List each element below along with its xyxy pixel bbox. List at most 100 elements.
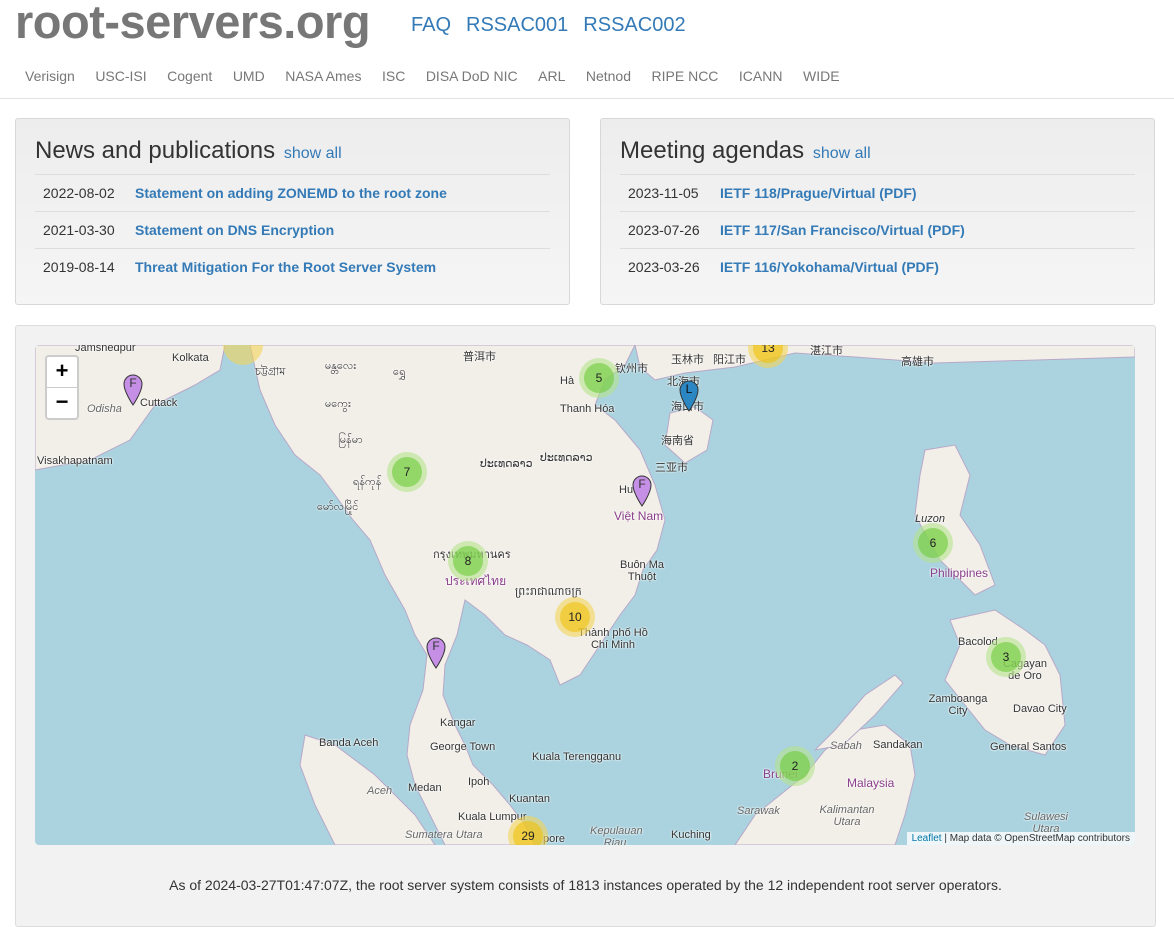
map-place-label: 普洱市 — [463, 351, 496, 363]
operators-nav: Verisign USC-ISI Cogent UMD NASA Ames IS… — [25, 68, 860, 84]
map-place-label: 阳江市 — [713, 354, 746, 366]
map-place-label: Kepulauan Riau — [590, 825, 643, 845]
map-place-label: Davao City — [1013, 703, 1067, 715]
map-place-label: Kuala Terengganu — [532, 751, 622, 763]
operator-link-ripe[interactable]: RIPE NCC — [652, 68, 719, 84]
map-cluster[interactable]: 5 — [579, 358, 619, 398]
map-place-label: Sabah — [830, 740, 862, 752]
marker-label: L — [685, 382, 693, 396]
map-place-label: Sarawak — [737, 805, 780, 817]
map-place-label: 高雄市 — [901, 356, 934, 368]
map-place-label: Kuantan — [509, 793, 550, 805]
operator-link-netnod[interactable]: Netnod — [586, 68, 631, 84]
news-panel: News and publications show all 2022-08-0… — [15, 118, 570, 305]
map-place-label: Cuttack — [140, 397, 178, 409]
meetings-list: 2023-11-05 IETF 118/Prague/Virtual (PDF) … — [620, 174, 1135, 285]
map-place-label: 玉林市 — [671, 354, 704, 366]
map-attribution: Leaflet | Map data © OpenStreetMap contr… — [906, 832, 1135, 845]
operator-link-umd[interactable]: UMD — [233, 68, 265, 84]
operator-link-disa[interactable]: DISA DoD NIC — [426, 68, 518, 84]
map-place-label: Kangar — [440, 717, 476, 729]
map-marker-l[interactable]: L — [679, 380, 699, 412]
operator-link-nasa-ames[interactable]: NASA Ames — [285, 68, 361, 84]
rssac001-link[interactable]: RSSAC001 — [466, 14, 568, 37]
map-place-label: ရန်ကုန် — [353, 476, 382, 488]
map-place-label: Ipoh — [468, 776, 490, 788]
news-link[interactable]: Statement on adding ZONEMD to the root z… — [135, 185, 447, 201]
map-place-label: 湛江市 — [810, 345, 843, 357]
operator-link-icann[interactable]: ICANN — [739, 68, 783, 84]
map-place-label: 钦州市 — [615, 363, 648, 375]
map-place-label: Jamshedpur — [75, 345, 136, 354]
zoom-out-button[interactable]: − — [47, 387, 77, 418]
map-country-label: Philippines — [930, 566, 989, 580]
rssac002-link[interactable]: RSSAC002 — [583, 14, 685, 37]
map-place-label: ရွှေ — [393, 366, 406, 378]
leaflet-link[interactable]: Leaflet — [912, 833, 942, 844]
map-place-label: Medan — [408, 782, 442, 794]
map-cluster[interactable]: 8 — [448, 541, 488, 581]
map-marker-f[interactable]: F — [426, 637, 446, 669]
map-cluster[interactable]: 2 — [775, 746, 815, 786]
map-cluster[interactable]: 7 — [387, 452, 427, 492]
faq-link[interactable]: FAQ — [411, 14, 451, 37]
news-date: 2019-08-14 — [43, 259, 115, 275]
map-place-label: Visakhapatnam — [37, 455, 113, 467]
operator-link-isc[interactable]: ISC — [382, 68, 405, 84]
attribution-text: | Map data © OpenStreetMap contributors — [941, 833, 1130, 844]
news-list: 2022-08-02 Statement on adding ZONEMD to … — [35, 174, 550, 285]
news-title: News and publications — [35, 137, 276, 164]
meeting-link[interactable]: IETF 117/San Francisco/Virtual (PDF) — [720, 222, 965, 238]
map-place-label: Thanh Hóa — [560, 403, 615, 415]
operator-link-cogent[interactable]: Cogent — [167, 68, 212, 84]
marker-label: F — [638, 477, 646, 491]
cluster-count: 8 — [453, 546, 483, 576]
news-date: 2021-03-30 — [43, 222, 115, 238]
operator-link-arl[interactable]: ARL — [538, 68, 565, 84]
map-panel: + − Jamshedpur Kolkata চট্টগ্রাম Cuttack… — [15, 325, 1156, 927]
top-nav: FAQ RSSAC001 RSSAC002 — [411, 14, 686, 37]
system-status-text: As of 2024-03-27T01:47:07Z, the root ser… — [169, 877, 1002, 893]
site-logo[interactable]: root-servers.org — [15, 0, 371, 49]
map-cluster[interactable]: 10 — [555, 597, 595, 637]
map-place-label: 海南省 — [661, 435, 694, 447]
operator-link-verisign[interactable]: Verisign — [25, 68, 75, 84]
marker-label: F — [432, 639, 440, 653]
map-marker-f[interactable]: F — [632, 475, 652, 507]
cluster-count: 29 — [513, 821, 543, 845]
news-row: 2021-03-30 Statement on DNS Encryption — [35, 211, 550, 248]
map-place-label: မန္တလေး — [325, 360, 357, 372]
map-cluster[interactable]: 3 — [986, 637, 1026, 677]
root-server-map[interactable]: + − Jamshedpur Kolkata চট্টগ্রাম Cuttack… — [35, 345, 1135, 845]
news-row: 2022-08-02 Statement on adding ZONEMD to … — [35, 174, 550, 211]
cluster-count: 2 — [780, 751, 810, 781]
meeting-row: 2023-07-26 IETF 117/San Francisco/Virtual… — [620, 211, 1135, 248]
news-date: 2022-08-02 — [43, 185, 115, 201]
meeting-date: 2023-03-26 — [628, 259, 700, 275]
operator-link-usc-isi[interactable]: USC-ISI — [95, 68, 146, 84]
meeting-link[interactable]: IETF 116/Yokohama/Virtual (PDF) — [720, 259, 939, 275]
map-place-label: ປະເທດລາວ — [480, 458, 533, 470]
map-place-label: ປະເທດລາວ — [540, 452, 593, 464]
marker-label: F — [129, 376, 137, 390]
news-link[interactable]: Threat Mitigation For the Root Server Sy… — [135, 259, 436, 275]
map-place-label: မြန်မာ — [338, 434, 363, 446]
meeting-row: 2023-03-26 IETF 116/Yokohama/Virtual (PDF… — [620, 248, 1135, 285]
map-country-label: Malaysia — [847, 776, 895, 790]
operator-link-wide[interactable]: WIDE — [803, 68, 840, 84]
site-header: root-servers.org FAQ RSSAC001 RSSAC002 V… — [0, 0, 1174, 99]
map-cluster[interactable]: 6 — [913, 523, 953, 563]
map-place-label: Kolkata — [172, 352, 209, 364]
meetings-heading: Meeting agendas show all — [620, 137, 871, 165]
map-place-label: Kuching — [671, 829, 711, 841]
news-row: 2019-08-14 Threat Mitigation For the Root… — [35, 248, 550, 285]
news-link[interactable]: Statement on DNS Encryption — [135, 222, 334, 238]
news-show-all-link[interactable]: show all — [284, 145, 342, 162]
meeting-date: 2023-11-05 — [628, 185, 699, 201]
zoom-in-button[interactable]: + — [47, 357, 77, 387]
meeting-link[interactable]: IETF 118/Prague/Virtual (PDF) — [720, 185, 917, 201]
meetings-show-all-link[interactable]: show all — [813, 145, 871, 162]
map-place-label: 三亚市 — [655, 462, 688, 474]
map-place-label: Aceh — [367, 785, 393, 797]
map-marker-f[interactable]: F — [123, 374, 143, 406]
